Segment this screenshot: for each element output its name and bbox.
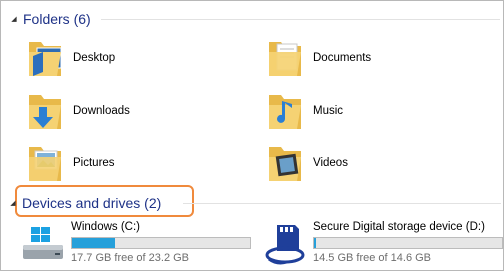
pictures-folder-icon	[29, 147, 61, 181]
folder-tile-documents[interactable]: Documents	[263, 36, 371, 80]
documents-folder-icon	[269, 42, 301, 76]
folder-label: Downloads	[73, 105, 130, 117]
folders-group-header[interactable]: ◢ Folders (6)	[10, 9, 500, 29]
group-divider	[100, 18, 500, 20]
desktop-folder-icon	[29, 42, 62, 76]
collapse-triangle-icon[interactable]: ◢	[10, 13, 18, 25]
drive-usage-fill	[72, 238, 115, 248]
music-folder-icon	[269, 95, 301, 129]
drive-usage-bar	[313, 237, 503, 249]
drive-tile-sd-card[interactable]: Secure Digital storage device (D:) 14.5 …	[263, 221, 503, 267]
folders-group-title: Folders (6)	[23, 11, 91, 27]
folder-tile-downloads[interactable]: Downloads	[23, 89, 130, 133]
devices-group-title: Devices and drives (2)	[22, 195, 162, 211]
folder-label: Desktop	[73, 52, 116, 64]
videos-folder-icon	[269, 147, 301, 181]
sd-card-drive-icon	[265, 225, 305, 265]
drive-tile-windows[interactable]: Windows (C:) 17.7 GB free of 23.2 GB	[21, 221, 251, 267]
downloads-folder-icon	[29, 95, 61, 129]
drive-name: Secure Digital storage device (D:)	[313, 221, 485, 233]
drive-usage-bar	[71, 237, 251, 249]
folder-tile-videos[interactable]: Videos	[263, 141, 348, 185]
drive-usage-fill	[314, 238, 316, 248]
drive-free-space: 17.7 GB free of 23.2 GB	[71, 252, 190, 264]
folder-label: Videos	[313, 157, 348, 169]
folder-label: Documents	[313, 52, 372, 64]
collapse-triangle-icon[interactable]: ◢	[9, 197, 17, 209]
folder-tile-music[interactable]: Music	[263, 89, 343, 133]
drive-free-space: 14.5 GB free of 14.6 GB	[313, 252, 432, 264]
windows-drive-icon	[23, 227, 63, 259]
group-divider	[183, 202, 501, 204]
folder-tile-desktop[interactable]: Desktop	[23, 36, 115, 80]
folder-tile-pictures[interactable]: Pictures	[23, 141, 115, 185]
explorer-content-pane: ◢ Folders (6) Desktop Documents Download…	[0, 0, 504, 271]
devices-group-header[interactable]: ◢ Devices and drives (2)	[9, 193, 501, 213]
folder-label: Pictures	[73, 157, 115, 169]
drive-name: Windows (C:)	[71, 221, 141, 233]
folder-label: Music	[313, 105, 344, 117]
